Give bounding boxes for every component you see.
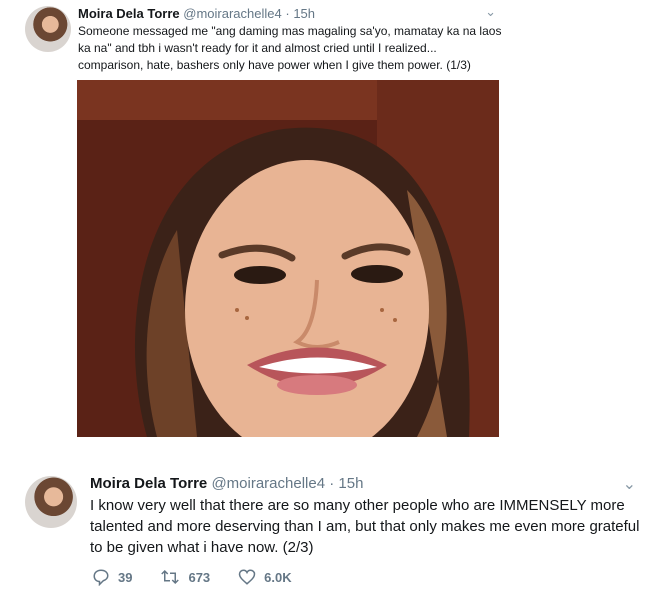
tweet-text: I know very well that there are so many …	[90, 497, 640, 556]
retweet-icon	[161, 569, 180, 585]
tweet-text: Someone messaged me "ang daming mas maga…	[78, 24, 502, 72]
author-handle[interactable]: @moirarachelle4	[183, 6, 281, 21]
author-handle[interactable]: @moirarachelle4	[211, 475, 325, 492]
reply-icon	[93, 569, 109, 586]
separator-dot: ·	[285, 6, 290, 21]
like-count: 6.0K	[264, 569, 292, 585]
separator-dot: ·	[329, 475, 335, 492]
timestamp[interactable]: 15h	[293, 6, 315, 21]
tweet-actions: 39 673 6.0K	[92, 568, 320, 586]
author-name[interactable]: Moira Dela Torre	[90, 475, 207, 492]
reply-button[interactable]: 39	[92, 568, 132, 586]
heart-icon	[238, 569, 256, 585]
avatar[interactable]	[25, 6, 71, 52]
tweet-header: Moira Dela Torre @moirarachelle4 · 15h	[90, 475, 363, 492]
timestamp[interactable]: 15h	[338, 475, 363, 492]
chevron-down-icon[interactable]: ⌄	[485, 4, 496, 20]
tweet-2[interactable]: Moira Dela Torre @moirarachelle4 · 15h ⌄…	[0, 462, 660, 592]
retweet-button[interactable]: 673	[160, 568, 210, 586]
like-button[interactable]: 6.0K	[238, 568, 292, 586]
avatar[interactable]	[25, 476, 77, 528]
chevron-down-icon[interactable]: ⌄	[623, 474, 636, 494]
tweet-photo[interactable]	[77, 80, 499, 437]
author-name[interactable]: Moira Dela Torre	[78, 6, 180, 21]
reply-count: 39	[118, 569, 133, 585]
tweet-header: Moira Dela Torre @moirarachelle4 · 15h	[78, 6, 315, 21]
tweet-1[interactable]: Moira Dela Torre @moirarachelle4 · 15h ⌄…	[0, 0, 660, 450]
portrait-image	[77, 80, 499, 437]
retweet-count: 673	[188, 569, 211, 585]
